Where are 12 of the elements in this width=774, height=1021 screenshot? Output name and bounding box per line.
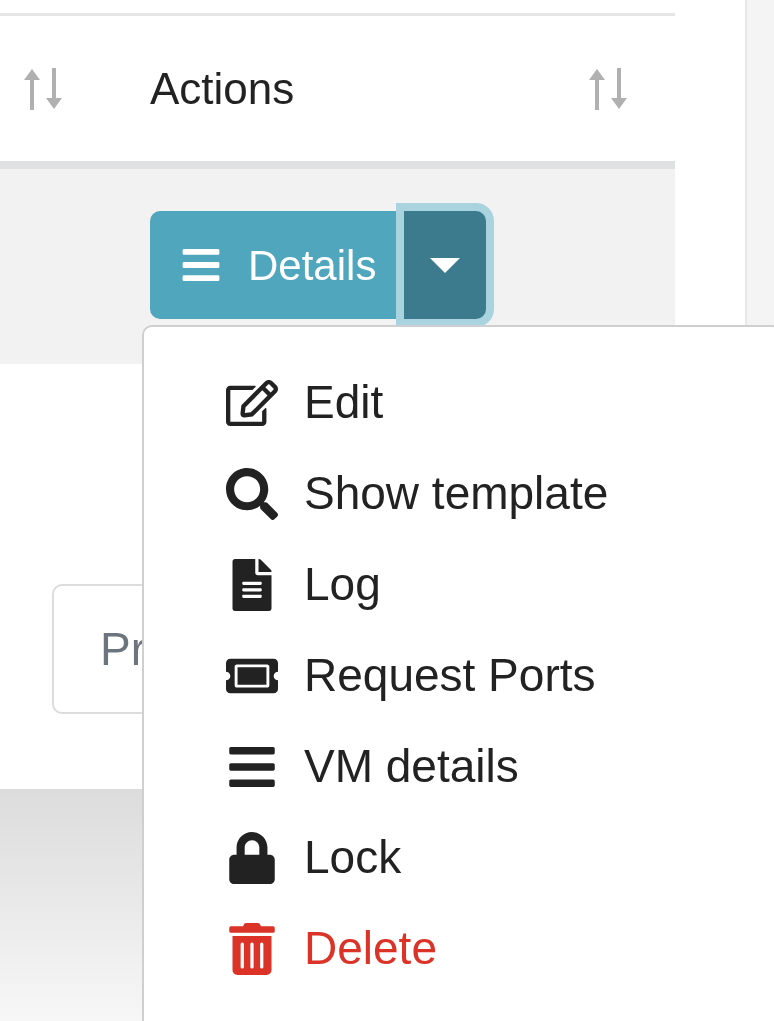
menu-item[interactable]: Show template [144, 448, 774, 539]
menu-item[interactable]: Request Ports [144, 630, 774, 721]
trash-icon [226, 922, 278, 975]
caret-icon [430, 257, 461, 273]
menu-item[interactable]: Lock [144, 812, 774, 903]
lock-icon [226, 831, 278, 884]
menu-item[interactable]: Delete [144, 903, 774, 994]
menu-item[interactable]: Edit [144, 357, 774, 448]
column-header: Actions [150, 62, 296, 115]
menu-item[interactable]: Log [144, 539, 774, 630]
menu-item[interactable]: VM details [144, 721, 774, 812]
search-icon [226, 467, 278, 520]
